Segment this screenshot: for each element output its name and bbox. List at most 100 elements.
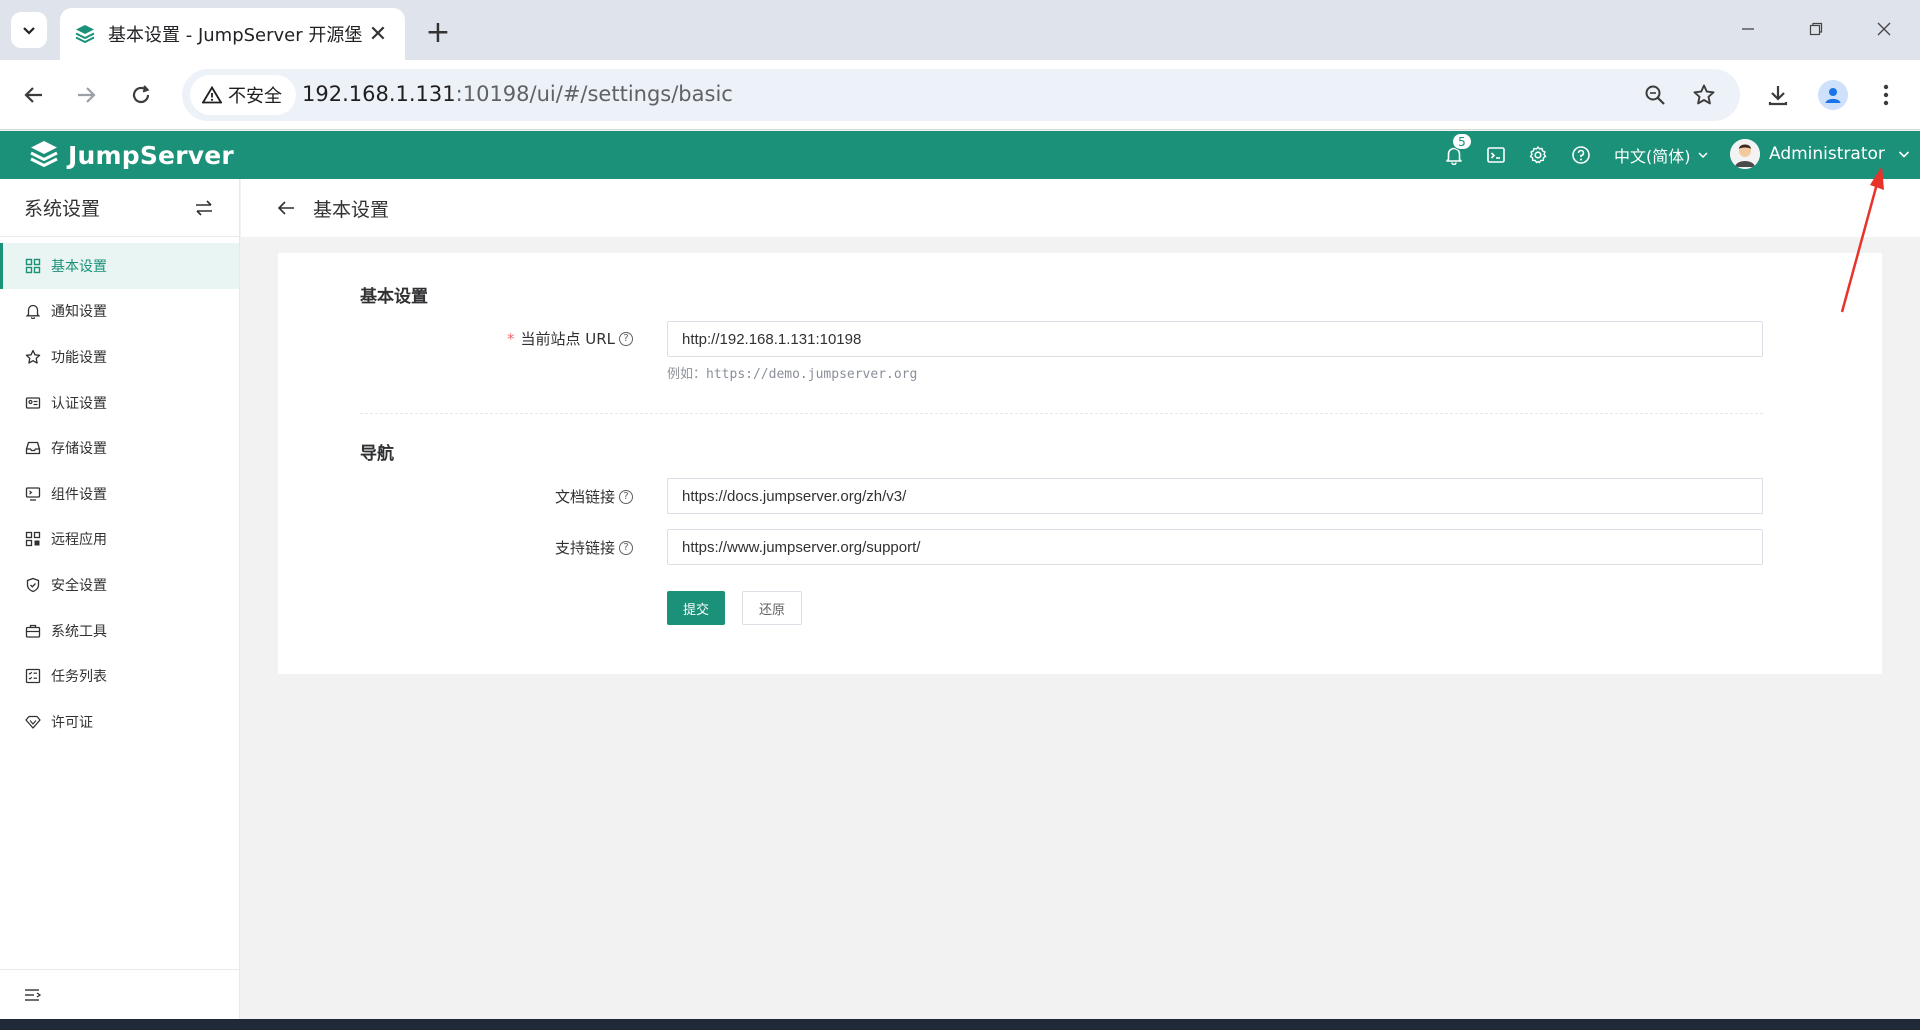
- sidebar-item-tasks[interactable]: 任务列表: [0, 653, 239, 699]
- question-circle-icon[interactable]: ?: [619, 331, 633, 346]
- docs-link-label: 文档链接 ?: [278, 486, 633, 507]
- id-card-icon: [24, 394, 41, 411]
- annotation-arrow-icon: [1840, 166, 1884, 313]
- star-icon: [1693, 84, 1715, 105]
- monitor-icon: [24, 485, 41, 502]
- inbox-icon: [24, 440, 41, 457]
- question-circle-icon[interactable]: ?: [619, 540, 633, 555]
- sidebar-item-tools[interactable]: 系统工具: [0, 608, 239, 654]
- site-url-label-text: 当前站点 URL: [520, 330, 615, 348]
- feature-icon: [24, 348, 41, 365]
- jumpserver-favicon-icon: [75, 25, 95, 44]
- language-selector[interactable]: 中文(简体): [1614, 143, 1709, 167]
- reload-icon: [132, 85, 150, 104]
- os-taskbar: [0, 1019, 1920, 1030]
- help-button[interactable]: [1569, 143, 1593, 167]
- profile-button[interactable]: [1813, 75, 1853, 115]
- sidebar-header: 系统设置: [0, 179, 239, 237]
- url-host: 192.168.1.131: [302, 82, 456, 106]
- forward-button[interactable]: [66, 75, 106, 115]
- support-link-label: 支持链接 ?: [278, 537, 633, 558]
- warning-icon: [202, 86, 222, 104]
- tab-search-button[interactable]: [11, 12, 47, 48]
- sidebar-item-label: 组件设置: [51, 486, 107, 503]
- sidebar-item-label: 通知设置: [51, 304, 107, 321]
- sidebar-item-basic[interactable]: 基本设置: [0, 243, 239, 289]
- sidebar-item-label: 远程应用: [51, 532, 107, 549]
- docs-link-input[interactable]: [667, 478, 1763, 514]
- address-bar[interactable]: 不安全 192.168.1.131:10198/ui/#/settings/ba…: [182, 69, 1740, 121]
- sidebar-collapse-button[interactable]: [0, 969, 239, 1019]
- profile-avatar-icon: [1818, 80, 1848, 110]
- bookmark-button[interactable]: [1686, 77, 1722, 113]
- sidebar-item-label: 基本设置: [51, 258, 107, 275]
- site-url-input[interactable]: [667, 321, 1763, 357]
- tab-close-icon[interactable]: ✕: [365, 21, 391, 47]
- chevron-down-icon: [1697, 152, 1708, 159]
- notification-count-badge: 5: [1452, 133, 1472, 150]
- url-path: :10198/ui/#/settings/basic: [455, 82, 733, 106]
- sidebar-item-label: 认证设置: [51, 395, 107, 412]
- browser-tab-bar: 基本设置 - JumpServer 开源堡 ✕ +: [0, 0, 1920, 60]
- settings-form-card: 基本设置 * 当前站点 URL ? 例如：https://demo.jumpse…: [278, 253, 1882, 674]
- download-icon: [1768, 86, 1788, 106]
- sidebar-item-label: 系统工具: [51, 623, 107, 640]
- sidebar-item-label: 安全设置: [51, 577, 107, 594]
- url-text[interactable]: 192.168.1.131:10198/ui/#/settings/basic: [302, 82, 733, 106]
- close-icon: [1877, 22, 1891, 36]
- hint-example-url: https://demo.jumpserver.org: [706, 367, 918, 382]
- browser-tab-active[interactable]: 基本设置 - JumpServer 开源堡 ✕: [60, 8, 405, 60]
- apps-icon: [24, 531, 41, 548]
- downloads-button[interactable]: [1758, 75, 1798, 115]
- back-button[interactable]: [14, 75, 54, 115]
- sidebar-item-features[interactable]: 功能设置: [0, 334, 239, 380]
- switch-view-icon[interactable]: [194, 199, 214, 217]
- gear-icon: [1529, 146, 1547, 164]
- close-window-button[interactable]: [1862, 14, 1906, 44]
- chevron-down-icon: [1898, 151, 1909, 158]
- sidebar-item-auth[interactable]: 认证设置: [0, 380, 239, 426]
- terminal-icon: [1487, 147, 1505, 163]
- support-link-input[interactable]: [667, 529, 1763, 565]
- task-list-icon: [24, 668, 41, 685]
- reset-button[interactable]: 还原: [742, 591, 802, 625]
- browser-menu-button[interactable]: [1866, 75, 1906, 115]
- page-header: 基本设置: [241, 179, 1920, 237]
- zoom-button[interactable]: [1637, 77, 1673, 113]
- reload-button[interactable]: [121, 75, 161, 115]
- sidebar-item-label: 存储设置: [51, 441, 107, 458]
- back-arrow-icon[interactable]: [277, 200, 295, 216]
- more-vertical-icon: [1883, 84, 1889, 106]
- new-tab-button[interactable]: +: [420, 14, 456, 50]
- app-header: JumpServer 5 中文(简体) Administrator: [0, 131, 1920, 179]
- hint-prefix: 例如：: [667, 367, 707, 382]
- sidebar-item-label: 许可证: [51, 714, 93, 731]
- docs-link-label-text: 文档链接: [554, 488, 615, 506]
- minimize-button[interactable]: [1726, 14, 1770, 44]
- collapse-menu-icon: [25, 988, 42, 1001]
- jumpserver-logo-icon: [30, 141, 58, 168]
- section-title-nav: 导航: [360, 444, 394, 464]
- restore-icon: [1809, 22, 1823, 36]
- toolbox-icon: [24, 622, 41, 639]
- web-terminal-button[interactable]: [1484, 143, 1508, 167]
- sidebar-item-license[interactable]: 许可证: [0, 699, 239, 745]
- submit-button[interactable]: 提交: [667, 591, 725, 625]
- question-circle-icon[interactable]: ?: [619, 489, 633, 504]
- app-logo[interactable]: JumpServer: [28, 139, 234, 171]
- security-indicator[interactable]: 不安全: [190, 75, 296, 115]
- magnifier-icon: [1645, 85, 1665, 105]
- settings-button[interactable]: [1526, 143, 1550, 167]
- sidebar-item-security[interactable]: 安全设置: [0, 562, 239, 608]
- bell-icon: [24, 303, 41, 320]
- sidebar-item-remote-apps[interactable]: 远程应用: [0, 517, 239, 563]
- sidebar-item-components[interactable]: 组件设置: [0, 471, 239, 517]
- sidebar-item-notification[interactable]: 通知设置: [0, 289, 239, 335]
- settings-sidebar: 系统设置 基本设置 通知设置 功能设置 认证设置 存储设置 组件设置 远程应用 …: [0, 179, 240, 1019]
- section-title-basic: 基本设置: [360, 287, 428, 307]
- restore-button[interactable]: [1794, 14, 1838, 44]
- sidebar-title: 系统设置: [24, 198, 101, 220]
- security-label: 不安全: [228, 86, 282, 107]
- sidebar-item-storage[interactable]: 存储设置: [0, 425, 239, 471]
- minimize-icon: [1742, 28, 1754, 30]
